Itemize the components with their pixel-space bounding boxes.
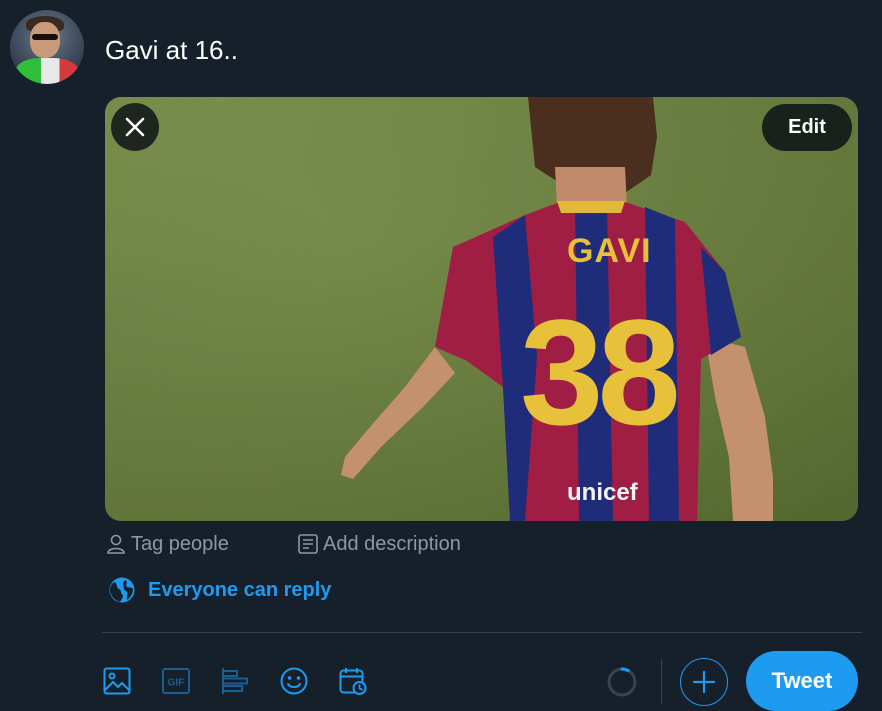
media-actions: Tag people Add description bbox=[105, 530, 461, 558]
jersey-sponsor: unicef bbox=[567, 479, 638, 506]
reply-setting-label: Everyone can reply bbox=[148, 578, 332, 601]
poll-button[interactable] bbox=[218, 662, 252, 700]
image-icon bbox=[103, 667, 131, 695]
composer-toolbar: GIF bbox=[100, 662, 395, 700]
gif-label: GIF bbox=[168, 678, 185, 689]
add-description-button[interactable]: Add description bbox=[297, 533, 461, 556]
tag-people-button[interactable]: Tag people bbox=[105, 533, 297, 556]
edit-media-button[interactable]: Edit bbox=[762, 104, 852, 151]
toolbar-separator bbox=[661, 659, 662, 704]
tweet-composer: Gavi at 16.. GAVI 38 unicef Edit Tag peo… bbox=[0, 0, 882, 711]
schedule-button[interactable] bbox=[336, 662, 370, 700]
add-description-label: Add description bbox=[323, 532, 461, 555]
jersey-number: 38 bbox=[520, 288, 681, 456]
tweet-text-input[interactable]: Gavi at 16.. bbox=[105, 30, 238, 70]
gif-icon: GIF bbox=[162, 668, 190, 694]
schedule-icon bbox=[339, 668, 367, 695]
player-photo bbox=[341, 97, 773, 521]
reply-setting-button[interactable]: Everyone can reply bbox=[108, 576, 331, 604]
avatar[interactable] bbox=[10, 10, 84, 84]
attached-image: GAVI 38 unicef bbox=[105, 97, 858, 521]
person-icon bbox=[107, 534, 125, 554]
divider bbox=[102, 632, 862, 633]
globe-icon bbox=[109, 577, 135, 603]
close-icon bbox=[125, 117, 145, 137]
jersey-name: GAVI bbox=[567, 232, 652, 270]
poll-icon bbox=[222, 668, 248, 694]
add-tweet-button[interactable] bbox=[680, 658, 728, 706]
remove-media-button[interactable] bbox=[111, 103, 159, 151]
media-button[interactable] bbox=[100, 662, 134, 700]
plus-icon bbox=[692, 670, 716, 694]
tag-people-label: Tag people bbox=[131, 532, 229, 555]
emoji-icon bbox=[280, 667, 308, 695]
character-progress-ring bbox=[607, 667, 637, 697]
document-icon bbox=[298, 534, 318, 554]
tweet-button[interactable]: Tweet bbox=[746, 651, 858, 711]
gif-button[interactable]: GIF bbox=[159, 662, 193, 700]
emoji-button[interactable] bbox=[277, 662, 311, 700]
